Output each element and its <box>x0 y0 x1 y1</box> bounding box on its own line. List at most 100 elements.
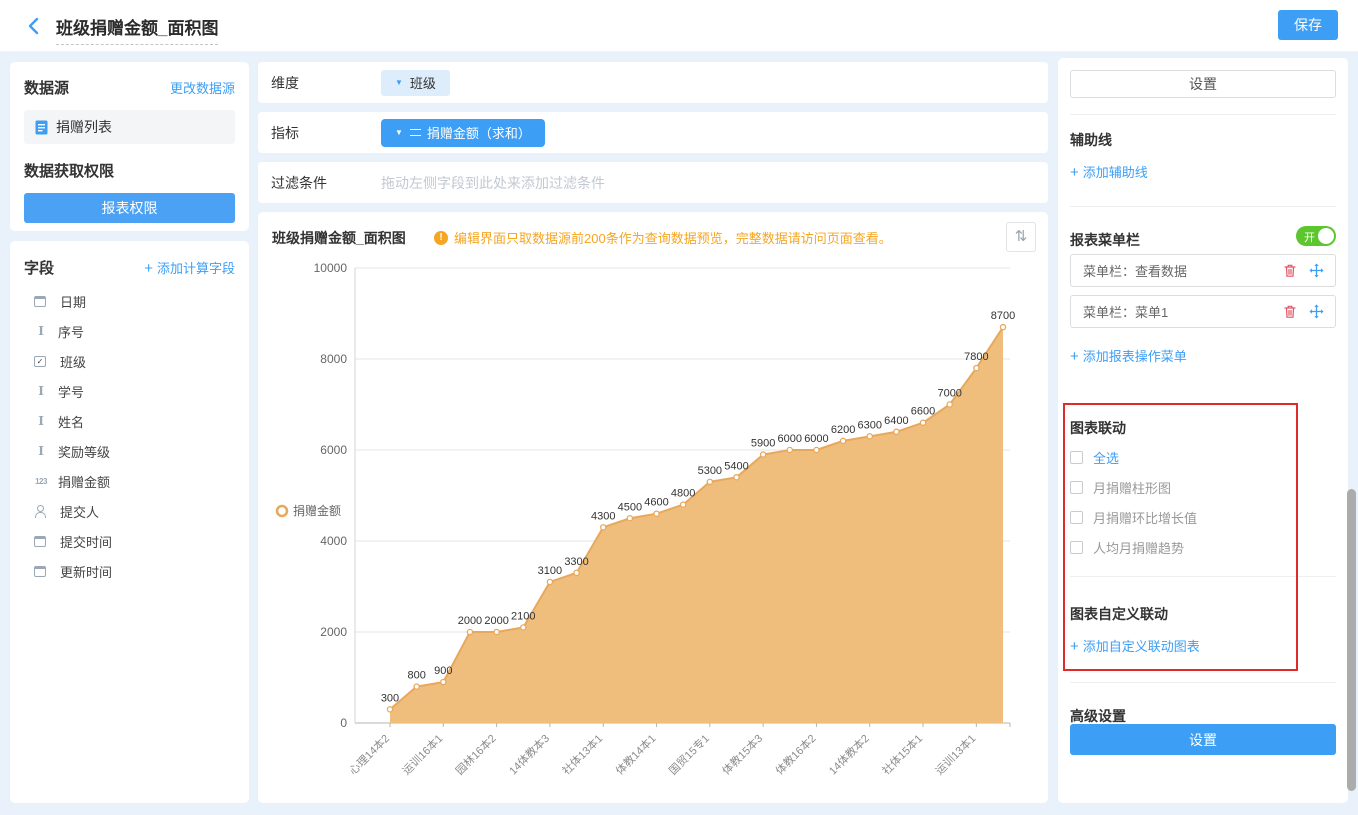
field-item-date[interactable]: 日期 <box>24 286 235 316</box>
toggle-on-label: 开 <box>1304 229 1315 245</box>
menubar-item-menu1[interactable]: 菜单栏：菜单1 <box>1070 295 1336 328</box>
metric-label: 指标 <box>271 123 381 143</box>
dimension-tag[interactable]: ▼ 班级 <box>381 70 450 96</box>
select-all-label[interactable]: 全选 <box>1093 448 1119 467</box>
svg-text:社体15本1: 社体15本1 <box>879 731 925 777</box>
svg-text:园林16本2: 园林16本2 <box>453 731 499 777</box>
linkage-checkbox[interactable] <box>1070 481 1083 494</box>
svg-text:运训16本1: 运训16本1 <box>399 731 445 777</box>
delete-menu-button[interactable] <box>1281 303 1299 321</box>
fields-title: 字段 <box>24 257 54 278</box>
field-item-update-time[interactable]: 更新时间 <box>24 556 235 586</box>
linkage-checkbox[interactable] <box>1070 511 1083 524</box>
svg-text:社体13本1: 社体13本1 <box>559 731 605 777</box>
svg-text:0: 0 <box>340 716 347 730</box>
field-item-student-no[interactable]: 学号 <box>24 376 235 406</box>
filter-label: 过滤条件 <box>271 173 381 193</box>
field-label: 姓名 <box>58 412 84 431</box>
svg-text:800: 800 <box>407 670 425 682</box>
linkage-option-label[interactable]: 月捐赠环比增长值 <box>1093 508 1197 527</box>
svg-text:6000: 6000 <box>320 443 347 457</box>
add-report-menu-link[interactable]: 添加报表操作菜单 <box>1070 346 1336 365</box>
chevron-down-icon: ▼ <box>395 78 403 87</box>
divider <box>1070 682 1336 683</box>
add-custom-linkage-link[interactable]: 添加自定义联动图表 <box>1070 636 1336 655</box>
sort-button[interactable]: ⇅ <box>1006 222 1036 252</box>
move-menu-button[interactable] <box>1307 262 1325 280</box>
report-permission-button[interactable]: 报表权限 <box>24 193 235 223</box>
scrollbar-thumb[interactable] <box>1347 489 1356 791</box>
datasource-item[interactable]: 捐赠列表 <box>24 110 235 144</box>
divider <box>1070 576 1336 577</box>
menubar-item-view-data[interactable]: 菜单栏：查看数据 <box>1070 254 1336 287</box>
chart-title: 班级捐赠金额_面积图 <box>272 228 406 248</box>
chart-settings-button[interactable]: 设置 <box>1070 70 1336 98</box>
field-item-donation-amount[interactable]: 捐赠金额 <box>24 466 235 496</box>
person-icon <box>34 505 46 517</box>
svg-text:300: 300 <box>381 692 399 704</box>
svg-text:4600: 4600 <box>644 497 668 509</box>
svg-text:2000: 2000 <box>320 625 347 639</box>
move-menu-button[interactable] <box>1307 303 1325 321</box>
divider <box>1070 206 1336 207</box>
svg-text:心理14本2: 心理14本2 <box>346 731 392 777</box>
trash-icon <box>1283 263 1297 278</box>
chart-linkage-title: 图表联动 <box>1070 418 1336 438</box>
field-item-submitter[interactable]: 提交人 <box>24 496 235 526</box>
change-datasource-link[interactable]: 更改数据源 <box>170 78 235 97</box>
field-label: 日期 <box>60 292 86 311</box>
dimension-value: 班级 <box>410 73 436 92</box>
menubar-toggle[interactable]: 开 <box>1296 226 1336 246</box>
save-button[interactable]: 保存 <box>1278 10 1338 40</box>
svg-text:国贸15专1: 国贸15专1 <box>666 731 712 777</box>
svg-text:6000: 6000 <box>804 433 828 445</box>
svg-text:5400: 5400 <box>724 460 748 472</box>
toggle-knob <box>1318 228 1334 244</box>
menu-item-label: 菜单栏：查看数据 <box>1083 261 1273 280</box>
divider <box>1070 114 1336 115</box>
select-type-icon <box>34 356 46 367</box>
area-chart[interactable]: 0200040006000800010000心理14本2运训16本1园林16本2… <box>258 258 1048 803</box>
number-type-icon <box>32 477 50 486</box>
field-item-name[interactable]: 姓名 <box>24 406 235 436</box>
svg-text:14体教本3: 14体教本3 <box>506 731 552 777</box>
field-list: 日期 序号 班级 学号 姓名 奖励等级 捐赠金额 提交人 提交时间 更新时间 <box>24 286 235 586</box>
warning-icon: ! <box>434 231 448 245</box>
svg-text:体教15本3: 体教15本3 <box>719 731 765 777</box>
field-item-seq[interactable]: 序号 <box>24 316 235 346</box>
svg-text:8000: 8000 <box>320 352 347 366</box>
linkage-option-label[interactable]: 人均月捐赠趋势 <box>1093 538 1184 557</box>
back-button[interactable] <box>24 15 46 37</box>
svg-text:3300: 3300 <box>564 556 588 568</box>
svg-text:5300: 5300 <box>698 465 722 477</box>
linkage-option-row: 人均月捐赠趋势 <box>1070 538 1336 557</box>
calendar-icon <box>34 296 46 307</box>
metric-tag[interactable]: ▼捐赠金额（求和） <box>381 119 545 147</box>
svg-text:4500: 4500 <box>618 501 642 513</box>
svg-text:6400: 6400 <box>884 415 908 427</box>
field-item-submit-time[interactable]: 提交时间 <box>24 526 235 556</box>
chevron-left-icon <box>24 15 46 37</box>
field-label: 提交人 <box>60 502 99 521</box>
page-title: 班级捐赠金额_面积图 <box>56 14 218 45</box>
svg-text:14体教本2: 14体教本2 <box>826 731 872 777</box>
linkage-option-label[interactable]: 月捐赠柱形图 <box>1093 478 1171 497</box>
add-calc-field-link[interactable]: 添加计算字段 <box>144 258 235 277</box>
svg-text:运训13本1: 运训13本1 <box>932 731 978 777</box>
field-item-award-level[interactable]: 奖励等级 <box>24 436 235 466</box>
field-label: 班级 <box>60 352 86 371</box>
svg-text:6000: 6000 <box>778 433 802 445</box>
delete-menu-button[interactable] <box>1281 262 1299 280</box>
add-aux-line-link[interactable]: 添加辅助线 <box>1070 162 1336 181</box>
metric-value: 捐赠金额（求和） <box>427 123 531 142</box>
linkage-checkbox[interactable] <box>1070 541 1083 554</box>
advanced-settings-button[interactable]: 设置 <box>1070 724 1336 755</box>
field-item-class[interactable]: 班级 <box>24 346 235 376</box>
calendar-icon <box>34 566 46 577</box>
filter-row[interactable]: 过滤条件 拖动左侧字段到此处来添加过滤条件 <box>258 162 1048 203</box>
datasource-item-label: 捐赠列表 <box>56 117 112 137</box>
svg-text:体教16本2: 体教16本2 <box>772 731 818 777</box>
svg-text:7000: 7000 <box>937 388 961 400</box>
field-label: 序号 <box>58 322 84 341</box>
select-all-checkbox[interactable] <box>1070 451 1083 464</box>
